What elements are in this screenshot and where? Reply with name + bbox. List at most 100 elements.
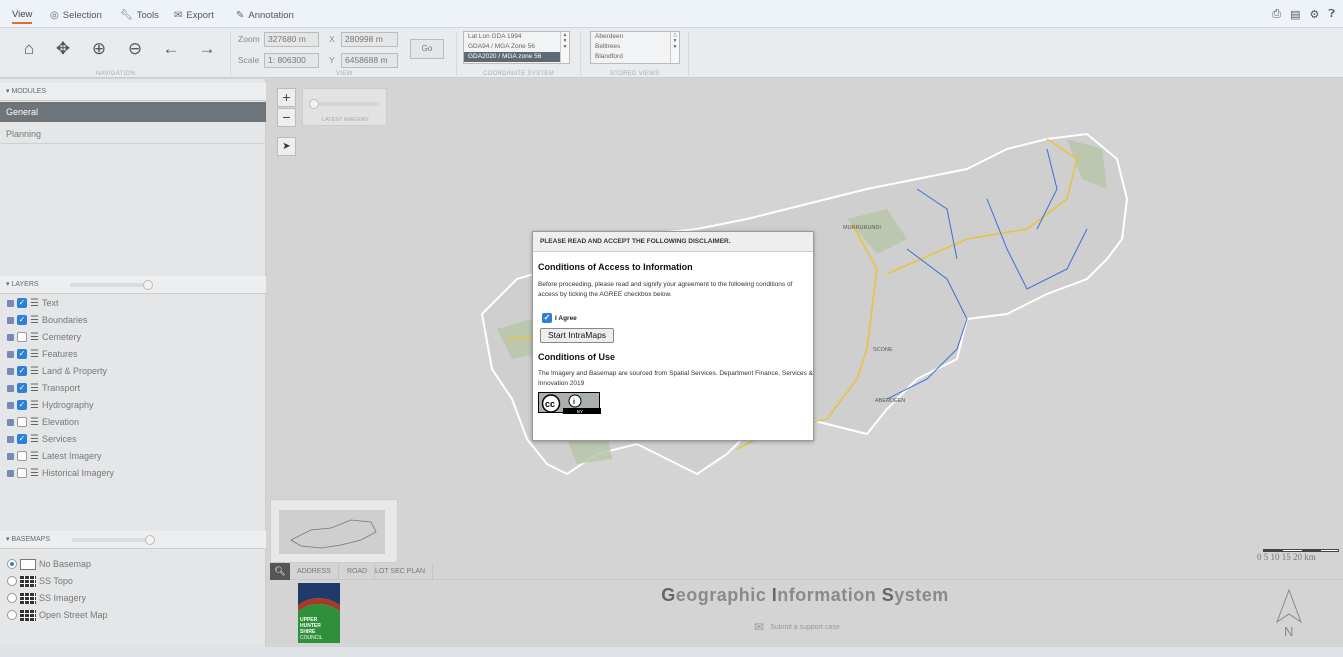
layer-item[interactable]: ☰ Latest Imagery xyxy=(7,449,102,463)
layer-item[interactable]: ☰ Historical Imagery xyxy=(7,466,114,480)
tab-lot-sec-plan[interactable]: LOT SEC PLAN xyxy=(368,563,434,580)
layer-checkbox[interactable]: ✓ xyxy=(17,315,27,325)
layer-checkbox[interactable]: ✓ xyxy=(17,400,27,410)
menu-view[interactable]: View xyxy=(12,6,33,24)
layer-checkbox[interactable] xyxy=(17,451,27,461)
expand-icon[interactable] xyxy=(7,435,14,443)
basemap-item[interactable]: SS Imagery xyxy=(7,591,86,605)
expand-icon[interactable] xyxy=(7,384,14,392)
layer-checkbox[interactable] xyxy=(17,417,27,427)
tab-address[interactable]: ADDRESS xyxy=(290,563,339,580)
stored-view-option[interactable]: Belltrees xyxy=(591,42,679,52)
layer-checkbox[interactable] xyxy=(17,468,27,478)
imagery-slider-knob[interactable] xyxy=(309,99,319,109)
menu-annotation[interactable]: ✎ Annotation xyxy=(236,6,294,24)
expand-icon[interactable] xyxy=(7,333,14,341)
layer-label: Land & Property xyxy=(41,366,108,376)
stored-view-option[interactable]: Blandford xyxy=(591,52,679,62)
stored-view-option[interactable]: Aberdeen xyxy=(591,32,679,42)
coord-option[interactable]: GDA94 / MGA Zone 56 xyxy=(464,42,569,52)
y-input[interactable]: 6458688 m xyxy=(341,53,398,68)
layers-icon: ☰ xyxy=(30,416,39,428)
basemap-radio[interactable] xyxy=(7,610,17,620)
home-icon[interactable]: ⌂ xyxy=(18,38,40,60)
expand-icon[interactable] xyxy=(7,299,14,307)
layer-checkbox[interactable]: ✓ xyxy=(17,366,27,376)
basemap-radio[interactable] xyxy=(7,593,17,603)
pan-icon[interactable]: ✥ xyxy=(52,38,74,60)
back-icon[interactable]: ← xyxy=(160,38,182,60)
layer-item[interactable]: ☰ Elevation xyxy=(7,415,79,429)
layer-checkbox[interactable]: ✓ xyxy=(17,349,27,359)
pointer-icon[interactable]: ➤ xyxy=(277,137,296,156)
expand-icon[interactable] xyxy=(7,350,14,358)
zoom-out-button[interactable]: − xyxy=(277,108,296,127)
title-part: eographic xyxy=(675,585,772,605)
layers-opacity-slider[interactable] xyxy=(70,283,150,287)
agree-row[interactable]: ✓ I Agree xyxy=(542,313,577,323)
basemap-opacity-slider[interactable] xyxy=(72,538,152,542)
layer-checkbox[interactable]: ✓ xyxy=(17,298,27,308)
layer-item[interactable]: ✓ ☰ Hydrography xyxy=(7,398,94,412)
layer-item[interactable]: ✓ ☰ Boundaries xyxy=(7,313,88,327)
coordinate-system-list[interactable]: Lat Lon GDA 1994 GDA94 / MGA Zone 56 GDA… xyxy=(463,31,570,64)
layer-item[interactable]: ✓ ☰ Land & Property xyxy=(7,364,107,378)
stored-views-list[interactable]: Aberdeen Belltrees Blandford △ ▼ ▼ xyxy=(590,31,680,64)
scrollbar[interactable]: ▲ ▼ ▼ xyxy=(560,32,569,63)
help-icon[interactable]: ❓︎ xyxy=(1328,8,1335,21)
expand-icon[interactable] xyxy=(7,316,14,324)
module-planning[interactable]: Planning xyxy=(0,124,266,144)
imagery-slider[interactable] xyxy=(313,102,379,106)
selection-icon: ◎ xyxy=(50,9,59,21)
clipboard-icon[interactable]: ▤ xyxy=(1290,8,1300,21)
access-text: Before proceeding, please read and signi… xyxy=(538,281,793,298)
scale-input[interactable]: 1: 806300 xyxy=(264,53,319,68)
layers-opacity-knob[interactable] xyxy=(143,280,153,290)
layer-checkbox[interactable] xyxy=(17,332,27,342)
layer-item[interactable]: ✓ ☰ Features xyxy=(7,347,78,361)
zoom-in-icon[interactable]: ⊕ xyxy=(88,38,110,60)
layer-checkbox[interactable]: ✓ xyxy=(17,434,27,444)
zoom-in-button[interactable]: + xyxy=(277,88,296,107)
layer-label: Hydrography xyxy=(41,400,94,410)
expand-icon[interactable] xyxy=(7,452,14,460)
basemap-opacity-knob[interactable] xyxy=(145,535,155,545)
expand-icon[interactable] xyxy=(7,401,14,409)
divider xyxy=(230,32,231,76)
layer-item[interactable]: ☰ Cemetery xyxy=(7,330,81,344)
scrollbar[interactable]: △ ▼ ▼ xyxy=(670,32,679,63)
support-link[interactable]: ✉ Submit a support case xyxy=(754,620,840,634)
overview-map[interactable] xyxy=(270,499,398,563)
settings-icon[interactable]: ⚙ xyxy=(1310,8,1320,21)
coord-option-selected[interactable]: GDA2020 / MGA zone 56 xyxy=(464,52,569,62)
basemap-item[interactable]: Open Street Map xyxy=(7,608,108,622)
module-general[interactable]: General xyxy=(0,102,266,122)
zoom-input[interactable]: 327680 m xyxy=(264,32,319,47)
x-input[interactable]: 280998 m xyxy=(341,32,398,47)
print-icon[interactable]: ⎙ xyxy=(1272,8,1281,21)
menu-selection[interactable]: ◎ Selection xyxy=(50,6,102,24)
expand-icon[interactable] xyxy=(7,367,14,375)
modules-header[interactable]: ▾ MODULES xyxy=(0,83,266,101)
menu-tools[interactable]: 🔧︎ Tools xyxy=(120,6,159,24)
go-button[interactable]: Go xyxy=(410,39,444,59)
coord-option[interactable]: Lat Lon GDA 1994 xyxy=(464,32,569,42)
basemap-item[interactable]: SS Topo xyxy=(7,574,73,588)
layers-icon: ☰ xyxy=(30,365,39,377)
layer-checkbox[interactable]: ✓ xyxy=(17,383,27,393)
menu-export[interactable]: ✉ Export xyxy=(174,6,214,24)
start-intramaps-button[interactable]: Start IntraMaps xyxy=(540,328,614,343)
basemap-radio[interactable] xyxy=(7,576,17,586)
expand-icon[interactable] xyxy=(7,469,14,477)
forward-icon[interactable]: → xyxy=(196,38,218,60)
layer-item[interactable]: ✓ ☰ Text xyxy=(7,296,58,310)
agree-checkbox[interactable]: ✓ xyxy=(542,313,552,323)
blank-map-icon xyxy=(20,558,36,570)
basemap-radio[interactable] xyxy=(7,559,17,569)
layer-item[interactable]: ✓ ☰ Transport xyxy=(7,381,80,395)
search-icon[interactable]: 🔍︎ xyxy=(270,563,290,580)
zoom-out-icon[interactable]: ⊖ xyxy=(124,38,146,60)
expand-icon[interactable] xyxy=(7,418,14,426)
basemap-item[interactable]: No Basemap xyxy=(7,557,91,571)
layer-item[interactable]: ✓ ☰ Services xyxy=(7,432,76,446)
